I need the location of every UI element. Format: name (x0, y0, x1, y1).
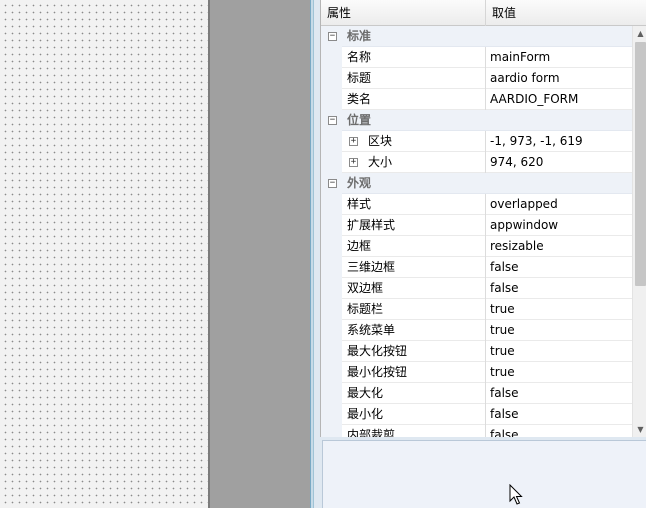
property-name: 最小化按钮 (342, 362, 486, 383)
mouse-cursor-icon (509, 484, 523, 505)
property-row[interactable]: 双边框 false (321, 278, 632, 299)
row-gutter (321, 341, 342, 362)
property-value[interactable]: false (486, 278, 632, 299)
property-value[interactable]: resizable (486, 236, 632, 257)
row-gutter (321, 404, 342, 425)
property-value[interactable]: false (486, 404, 632, 425)
property-row[interactable]: 三维边框 false (321, 257, 632, 278)
property-row[interactable]: 边框 resizable (321, 236, 632, 257)
property-name: 大小 (342, 152, 486, 173)
category-label: 外观 (347, 176, 372, 190)
property-name: 标题 (342, 68, 486, 89)
collapse-icon[interactable]: − (328, 32, 337, 41)
row-gutter (321, 215, 342, 236)
property-name: 三维边框 (342, 257, 486, 278)
property-row[interactable]: 最大化按钮 true (321, 341, 632, 362)
grid-header: 属性 取值 (321, 0, 646, 26)
category-row[interactable]: − 外观 (321, 173, 632, 194)
row-gutter (321, 278, 342, 299)
category-row[interactable]: − 标准 (321, 26, 632, 47)
header-value-column[interactable]: 取值 (486, 0, 646, 26)
property-value[interactable]: aardio form (486, 68, 632, 89)
property-name: 标题栏 (342, 299, 486, 320)
property-value[interactable]: -1, 973, -1, 619 (486, 131, 632, 152)
row-gutter (321, 236, 342, 257)
property-row[interactable]: 名称 mainForm (321, 47, 632, 68)
header-name-column[interactable]: 属性 (321, 0, 486, 26)
property-name: 最大化按钮 (342, 341, 486, 362)
row-gutter (321, 68, 342, 89)
row-gutter (321, 299, 342, 320)
property-value[interactable]: false (486, 383, 632, 404)
property-name: 类名 (342, 89, 486, 110)
property-name: 名称 (342, 47, 486, 68)
design-canvas[interactable] (0, 0, 208, 508)
designer-background (210, 0, 310, 508)
category-label: 标准 (347, 29, 372, 43)
property-name: 系统菜单 (342, 320, 486, 341)
description-pane (322, 440, 646, 508)
property-value[interactable]: mainForm (486, 47, 632, 68)
property-row[interactable]: + 大小 974, 620 (321, 152, 632, 173)
property-name: 双边框 (342, 278, 486, 299)
category-row[interactable]: − 位置 (321, 110, 632, 131)
property-grid: 属性 取值 − 标准名称 mainForm 标题 aardio form 类名 AARDIO… (320, 0, 646, 437)
property-value[interactable]: false (486, 425, 632, 437)
property-value[interactable]: true (486, 362, 632, 383)
property-name: 样式 (342, 194, 486, 215)
property-row[interactable]: 标题 aardio form (321, 68, 632, 89)
scrollbar-thumb[interactable] (635, 42, 646, 286)
row-gutter (321, 47, 342, 68)
row-gutter (321, 257, 342, 278)
property-name: 最小化 (342, 404, 486, 425)
collapse-icon[interactable]: − (328, 116, 337, 125)
property-value[interactable]: false (486, 257, 632, 278)
property-name: 内部裁剪 (342, 425, 486, 437)
row-gutter (321, 89, 342, 110)
property-row[interactable]: 标题栏 true (321, 299, 632, 320)
property-name: 扩展样式 (342, 215, 486, 236)
property-value[interactable]: AARDIO_FORM (486, 89, 632, 110)
scroll-up-icon[interactable]: ▲ (633, 26, 646, 41)
property-row[interactable]: 最小化 false (321, 404, 632, 425)
scroll-down-icon[interactable]: ▼ (633, 422, 646, 437)
row-gutter (321, 152, 342, 173)
row-gutter (321, 194, 342, 215)
property-value[interactable]: appwindow (486, 215, 632, 236)
vertical-scrollbar[interactable]: ▲ ▼ (632, 26, 646, 437)
row-gutter (321, 425, 342, 437)
property-value[interactable]: true (486, 320, 632, 341)
property-row[interactable]: 类名 AARDIO_FORM (321, 89, 632, 110)
row-gutter (321, 131, 342, 152)
row-gutter (321, 383, 342, 404)
property-value[interactable]: true (486, 299, 632, 320)
property-value[interactable]: overlapped (486, 194, 632, 215)
property-value[interactable]: true (486, 341, 632, 362)
property-name: 最大化 (342, 383, 486, 404)
property-row[interactable]: 最大化 false (321, 383, 632, 404)
property-row[interactable]: 内部裁剪 false (321, 425, 632, 437)
property-row[interactable]: 样式 overlapped (321, 194, 632, 215)
property-name: 边框 (342, 236, 486, 257)
property-value[interactable]: 974, 620 (486, 152, 632, 173)
property-row[interactable]: 系统菜单 true (321, 320, 632, 341)
collapse-icon[interactable]: − (328, 179, 337, 188)
row-gutter (321, 362, 342, 383)
property-name: 区块 (342, 131, 486, 152)
category-label: 位置 (347, 113, 372, 127)
property-row[interactable]: 扩展样式 appwindow (321, 215, 632, 236)
property-row[interactable]: 最小化按钮 true (321, 362, 632, 383)
row-gutter (321, 320, 342, 341)
property-rows: − 标准 名称 mainForm 标题 aardio form 类名 AARDIO_FORM −… (321, 26, 632, 437)
property-row[interactable]: + 区块 -1, 973, -1, 619 (321, 131, 632, 152)
